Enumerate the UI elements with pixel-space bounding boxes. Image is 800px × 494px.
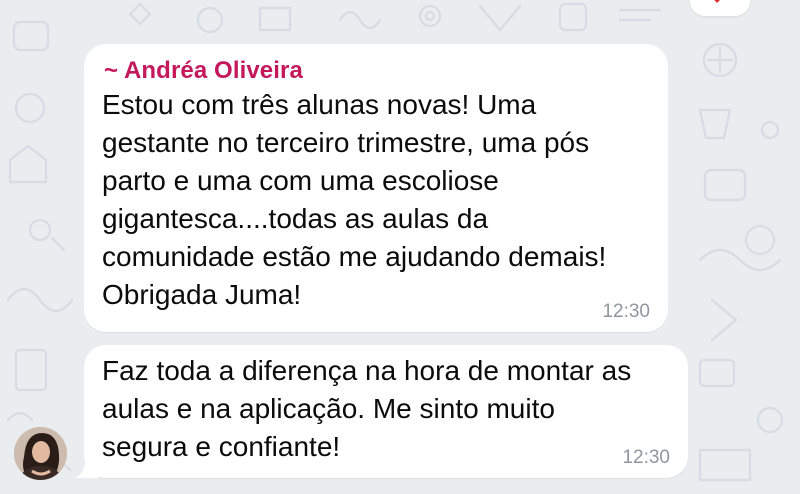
message-bubble[interactable]: Faz toda a diferença na hora de montar a… xyxy=(84,345,688,478)
message-bubble[interactable]: ~ Andréa Oliveira Estou com três alunas … xyxy=(84,44,668,332)
message-timestamp: 12:30 xyxy=(602,301,650,322)
message-timestamp: 12:30 xyxy=(622,447,670,468)
message-text: Estou com três alunas novas! Uma gestant… xyxy=(102,89,607,310)
avatar[interactable] xyxy=(14,427,67,480)
avatar-photo xyxy=(14,427,67,480)
heart-icon: ❤ xyxy=(708,0,726,10)
bubble-tail xyxy=(74,452,98,478)
sender-name[interactable]: ~ Andréa Oliveira xyxy=(104,57,303,85)
reaction-badge[interactable]: ❤ xyxy=(690,0,750,16)
message-text: Faz toda a diferença na hora de montar a… xyxy=(102,355,632,462)
